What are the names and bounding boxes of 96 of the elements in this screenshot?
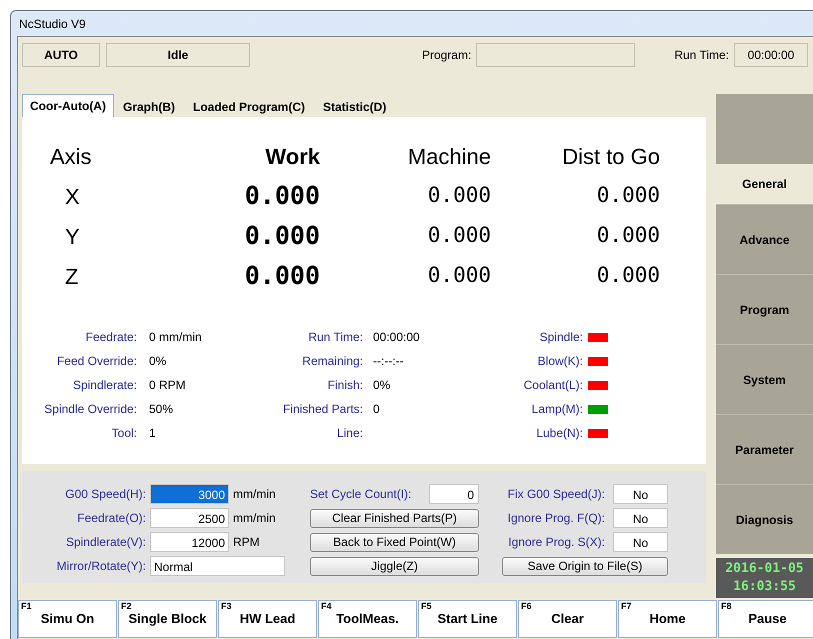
tab[interactable]: Loaded Program(C) [184,96,314,117]
key-label: F8 [721,601,732,611]
input-field[interactable]: No [613,508,668,528]
info-label: Spindle Override: [43,401,137,418]
info-value: 00:00:00 [373,329,421,346]
sidebar-item[interactable]: Program [716,274,813,344]
info-label: Finish: [326,377,363,394]
column-header: Axis [50,142,92,170]
column-header: Work [265,142,320,170]
distance-to-go: 0.000 [596,222,660,250]
key-label: F2 [121,601,132,611]
distance-to-go: 0.000 [596,182,660,210]
sidebar-item[interactable]: Advance [716,204,813,274]
info-value: 0% [149,353,168,370]
info-value: 50% [149,401,174,418]
machine-coordinate: 0.000 [428,182,491,210]
action-button[interactable]: Clear Finished Parts(P) [310,508,479,528]
input-field[interactable]: No [613,532,668,552]
work-coordinate: 0.000 [244,260,320,292]
axis-label: Y [65,222,80,250]
setting-label: Feedrate(O): [76,510,146,527]
function-key[interactable]: F7 Home [618,600,717,638]
machine-coordinate: 0.000 [428,222,491,250]
info-value: 0 mm/min [149,329,203,346]
key-label: F5 [421,601,432,611]
setting-label: Fix G00 Speed(J): [508,486,605,503]
info-label: Tool: [110,425,137,442]
info-label: Feed Override: [56,353,137,370]
setting-label: Spindlerate(V): [64,534,146,551]
tab[interactable]: Graph(B) [114,96,184,117]
time-text: 16:03:55 [733,578,796,596]
function-key[interactable]: F1 Simu On [18,600,117,638]
key-label: F3 [221,601,232,611]
key-label: F1 [21,601,32,611]
info-value: 1 [149,425,157,442]
indicator-label: Spindle: [538,329,583,346]
function-key[interactable]: F2 Single Block [118,600,217,638]
input-field[interactable]: 0 [429,484,479,504]
window-title: NcStudio V9 [19,16,86,32]
axis-label: Z [65,262,78,290]
info-value: --:--:-- [373,353,405,370]
tab[interactable]: Statistic(D) [314,96,396,117]
action-button[interactable]: Jiggle(Z) [310,556,479,576]
state-indicator: Idle [106,43,250,67]
unit-label: mm/min [233,486,276,503]
info-label: Spindlerate: [72,377,137,394]
input-field[interactable]: 12000 [150,532,229,552]
setting-label: Ignore Prog. F(Q): [508,510,605,527]
info-value: 0% [373,377,392,394]
indicator-label: Blow(K): [536,353,583,370]
unit-label: mm/min [233,510,276,527]
distance-to-go: 0.000 [596,262,660,290]
action-button[interactable]: Save Origin to File(S) [502,556,668,576]
machine-coordinate: 0.000 [428,262,491,290]
work-coordinate: 0.000 [244,220,320,252]
input-field[interactable]: No [613,484,668,504]
function-key[interactable]: F5 Start Line [418,600,517,638]
info-value: 0 [373,401,381,418]
info-label: Remaining: [301,353,363,370]
date-text: 2016-01-05 [725,560,804,578]
column-header: Dist to Go [562,142,660,170]
program-label: Program: [422,47,472,64]
info-label: Run Time: [307,329,363,346]
info-label: Finished Parts: [282,401,363,418]
function-key[interactable]: F6 Clear [518,600,617,638]
indicator-label: Coolant(L): [522,377,583,394]
function-key[interactable]: F3 HW Lead [218,600,317,638]
axis-label: X [65,182,80,210]
run-time-label: Run Time: [674,47,729,64]
work-coordinate: 0.000 [244,180,320,212]
action-button[interactable]: Back to Fixed Point(W) [310,532,479,552]
info-label: Line: [336,425,363,442]
setting-label: Ignore Prog. S(X): [508,534,605,551]
sidebar-item[interactable]: System [716,344,813,414]
info-label: Feedrate: [84,329,137,346]
indicator-label: Lamp(M): [530,401,583,418]
key-label: F7 [621,601,632,611]
mode-indicator: AUTO [22,43,100,67]
column-header: Machine [408,142,491,170]
run-time-field: 00:00:00 [734,43,808,67]
indicator-label: Lube(N): [535,425,583,442]
input-field[interactable]: 3000 [150,484,229,504]
setting-label: G00 Speed(H): [64,486,146,503]
tab[interactable]: Coor-Auto(A) [22,94,114,117]
setting-label: Set Cycle Count(I): [310,486,412,503]
key-label: F4 [321,601,332,611]
info-value: 0 RPM [149,377,187,394]
key-label: F6 [521,601,532,611]
sidebar-item[interactable]: Diagnosis [716,484,813,554]
function-key[interactable]: F8 Pause [718,600,813,638]
input-field[interactable]: 2500 [150,508,229,528]
setting-label: Mirror/Rotate(Y): [56,558,146,575]
sidebar-item[interactable]: Parameter [716,414,813,484]
unit-label: RPM [233,534,260,551]
function-key[interactable]: F4 ToolMeas. [318,600,417,638]
input-field[interactable]: Normal [150,556,285,576]
